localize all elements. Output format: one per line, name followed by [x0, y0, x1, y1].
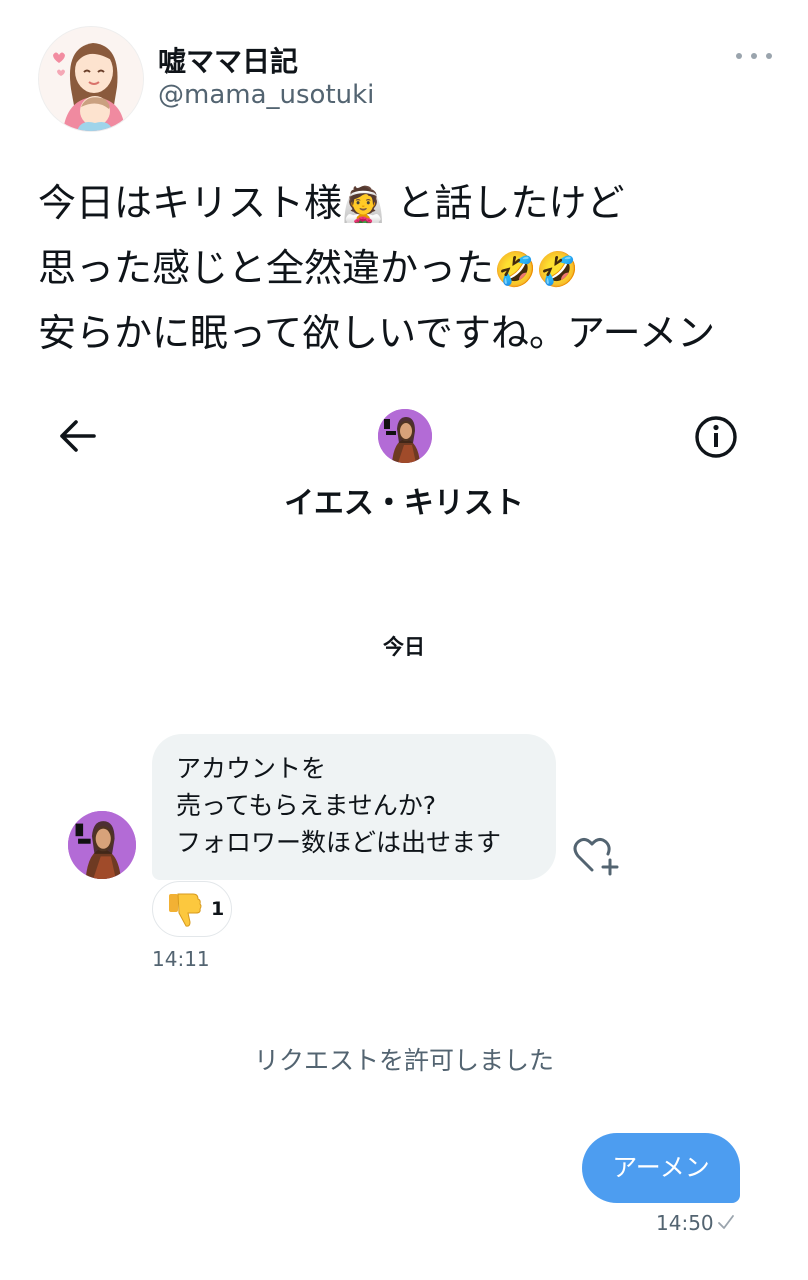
- user-avatar-illustration: [39, 27, 143, 131]
- more-horizontal-icon[interactable]: [736, 44, 772, 68]
- bride-emoji: 👰: [342, 185, 385, 225]
- dot: [766, 53, 772, 59]
- system-message: リクエストを許可しました: [253, 1046, 554, 1075]
- message-line: 売ってもらえませんか?: [176, 791, 437, 820]
- thumbs-down-icon: [169, 893, 202, 927]
- heart-plus-icon[interactable]: [572, 834, 620, 876]
- outgoing-message-bubble[interactable]: アーメン: [582, 1133, 740, 1203]
- back-arrow-icon[interactable]: [56, 416, 98, 456]
- reaction-pill[interactable]: 1: [152, 881, 232, 937]
- tweet-line: 思った感じと全然違かった🤣🤣: [38, 246, 579, 290]
- message-line: アカウントを: [176, 754, 327, 783]
- incoming-message-bubble[interactable]: アカウントを 売ってもらえませんか? フォロワー数ほどは出せます: [152, 734, 556, 880]
- tweet-text: 今日はキリスト様👰 と話したけど 思った感じと全然違かった🤣🤣 安らかに眠って欲…: [38, 172, 778, 365]
- date-divider: 今日: [383, 635, 425, 659]
- message-line: フォロワー数ほどは出せます: [176, 828, 502, 857]
- sender-avatar-image: [68, 811, 136, 879]
- sender-avatar[interactable]: [68, 811, 136, 879]
- dot: [736, 53, 742, 59]
- tweet-line: 今日はキリスト様👰 と話したけど: [38, 181, 625, 225]
- contact-avatar[interactable]: [378, 409, 432, 463]
- message-timestamp: 14:50: [656, 1211, 714, 1235]
- contact-avatar-image: [378, 409, 432, 463]
- user-avatar[interactable]: [38, 26, 144, 132]
- info-icon[interactable]: [694, 415, 738, 459]
- laughing-emoji: 🤣🤣: [494, 250, 579, 290]
- user-handle[interactable]: @mama_usotuki: [158, 80, 374, 110]
- check-icon: [718, 1215, 734, 1229]
- dm-contact-name[interactable]: イエス・キリスト: [0, 478, 808, 522]
- display-name[interactable]: 嘘ママ日記: [158, 40, 298, 80]
- reaction-count: 1: [211, 898, 225, 920]
- message-timestamp: 14:11: [152, 947, 210, 971]
- tweet-line: 安らかに眠って欲しいですね。アーメン: [38, 311, 716, 355]
- dot: [751, 53, 757, 59]
